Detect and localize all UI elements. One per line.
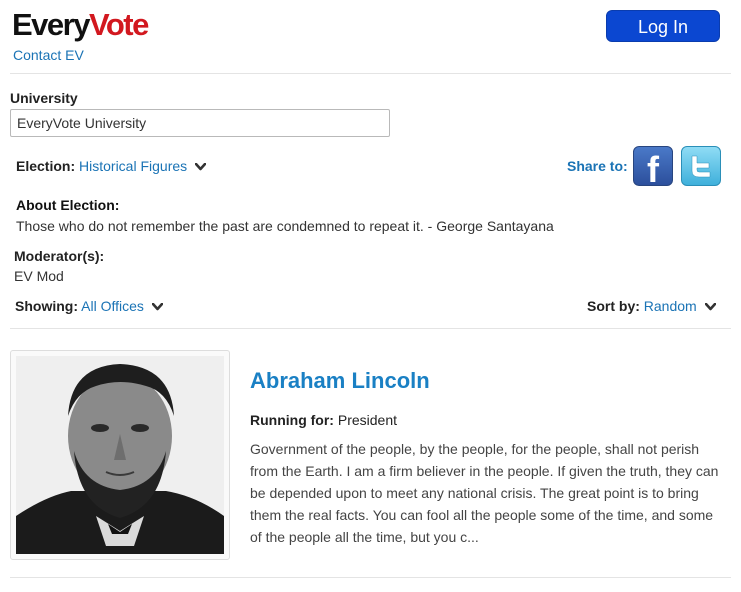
candidate-portrait-image [16, 356, 224, 554]
header-divider [10, 73, 731, 74]
election-value[interactable]: Historical Figures [79, 158, 187, 174]
candidate-description: Government of the people, by the people,… [250, 441, 719, 545]
logo-text-every: Every [12, 7, 90, 42]
university-label: University [10, 90, 78, 106]
sort-value[interactable]: Random [644, 298, 697, 314]
running-for-value: President [337, 412, 398, 428]
about-election-text: Those who do not remember the past are c… [16, 218, 554, 234]
everyvote-logo[interactable]: EveryVote [12, 4, 149, 46]
showing-label: Showing: [15, 298, 78, 314]
chevron-down-icon[interactable] [704, 303, 716, 311]
twitter-icon[interactable] [681, 146, 721, 186]
login-button[interactable]: Log In [606, 10, 720, 42]
logo-text-vote: Vote [88, 7, 149, 42]
card-divider [10, 577, 731, 578]
about-election-label: About Election: [16, 197, 120, 213]
running-for: Running for: President [250, 412, 397, 428]
election-selector[interactable]: Election: Historical Figures [16, 158, 207, 174]
sort-label: Sort by: [587, 298, 640, 314]
moderators-label: Moderator(s): [14, 248, 105, 264]
twitter-bird-icon [691, 155, 711, 178]
facebook-icon[interactable]: f [633, 146, 673, 190]
page-header: EveryVote Contact EV Log In [0, 0, 741, 74]
share-label: Share to: [567, 158, 628, 174]
contact-ev-link[interactable]: Contact EV [13, 47, 84, 63]
university-input[interactable] [10, 109, 390, 137]
sort-selector[interactable]: Sort by: Random [587, 298, 716, 314]
filters-divider [10, 328, 731, 329]
running-for-label: Running for: [250, 412, 334, 428]
chevron-down-icon[interactable] [195, 163, 207, 171]
chevron-down-icon[interactable] [151, 303, 163, 311]
candidate-photo[interactable] [10, 350, 230, 560]
showing-selector[interactable]: Showing: All Offices [15, 298, 163, 314]
showing-value[interactable]: All Offices [81, 298, 144, 314]
moderators-value: EV Mod [14, 268, 64, 284]
candidate-name[interactable]: Abraham Lincoln [250, 368, 430, 394]
election-label: Election: [16, 158, 76, 174]
